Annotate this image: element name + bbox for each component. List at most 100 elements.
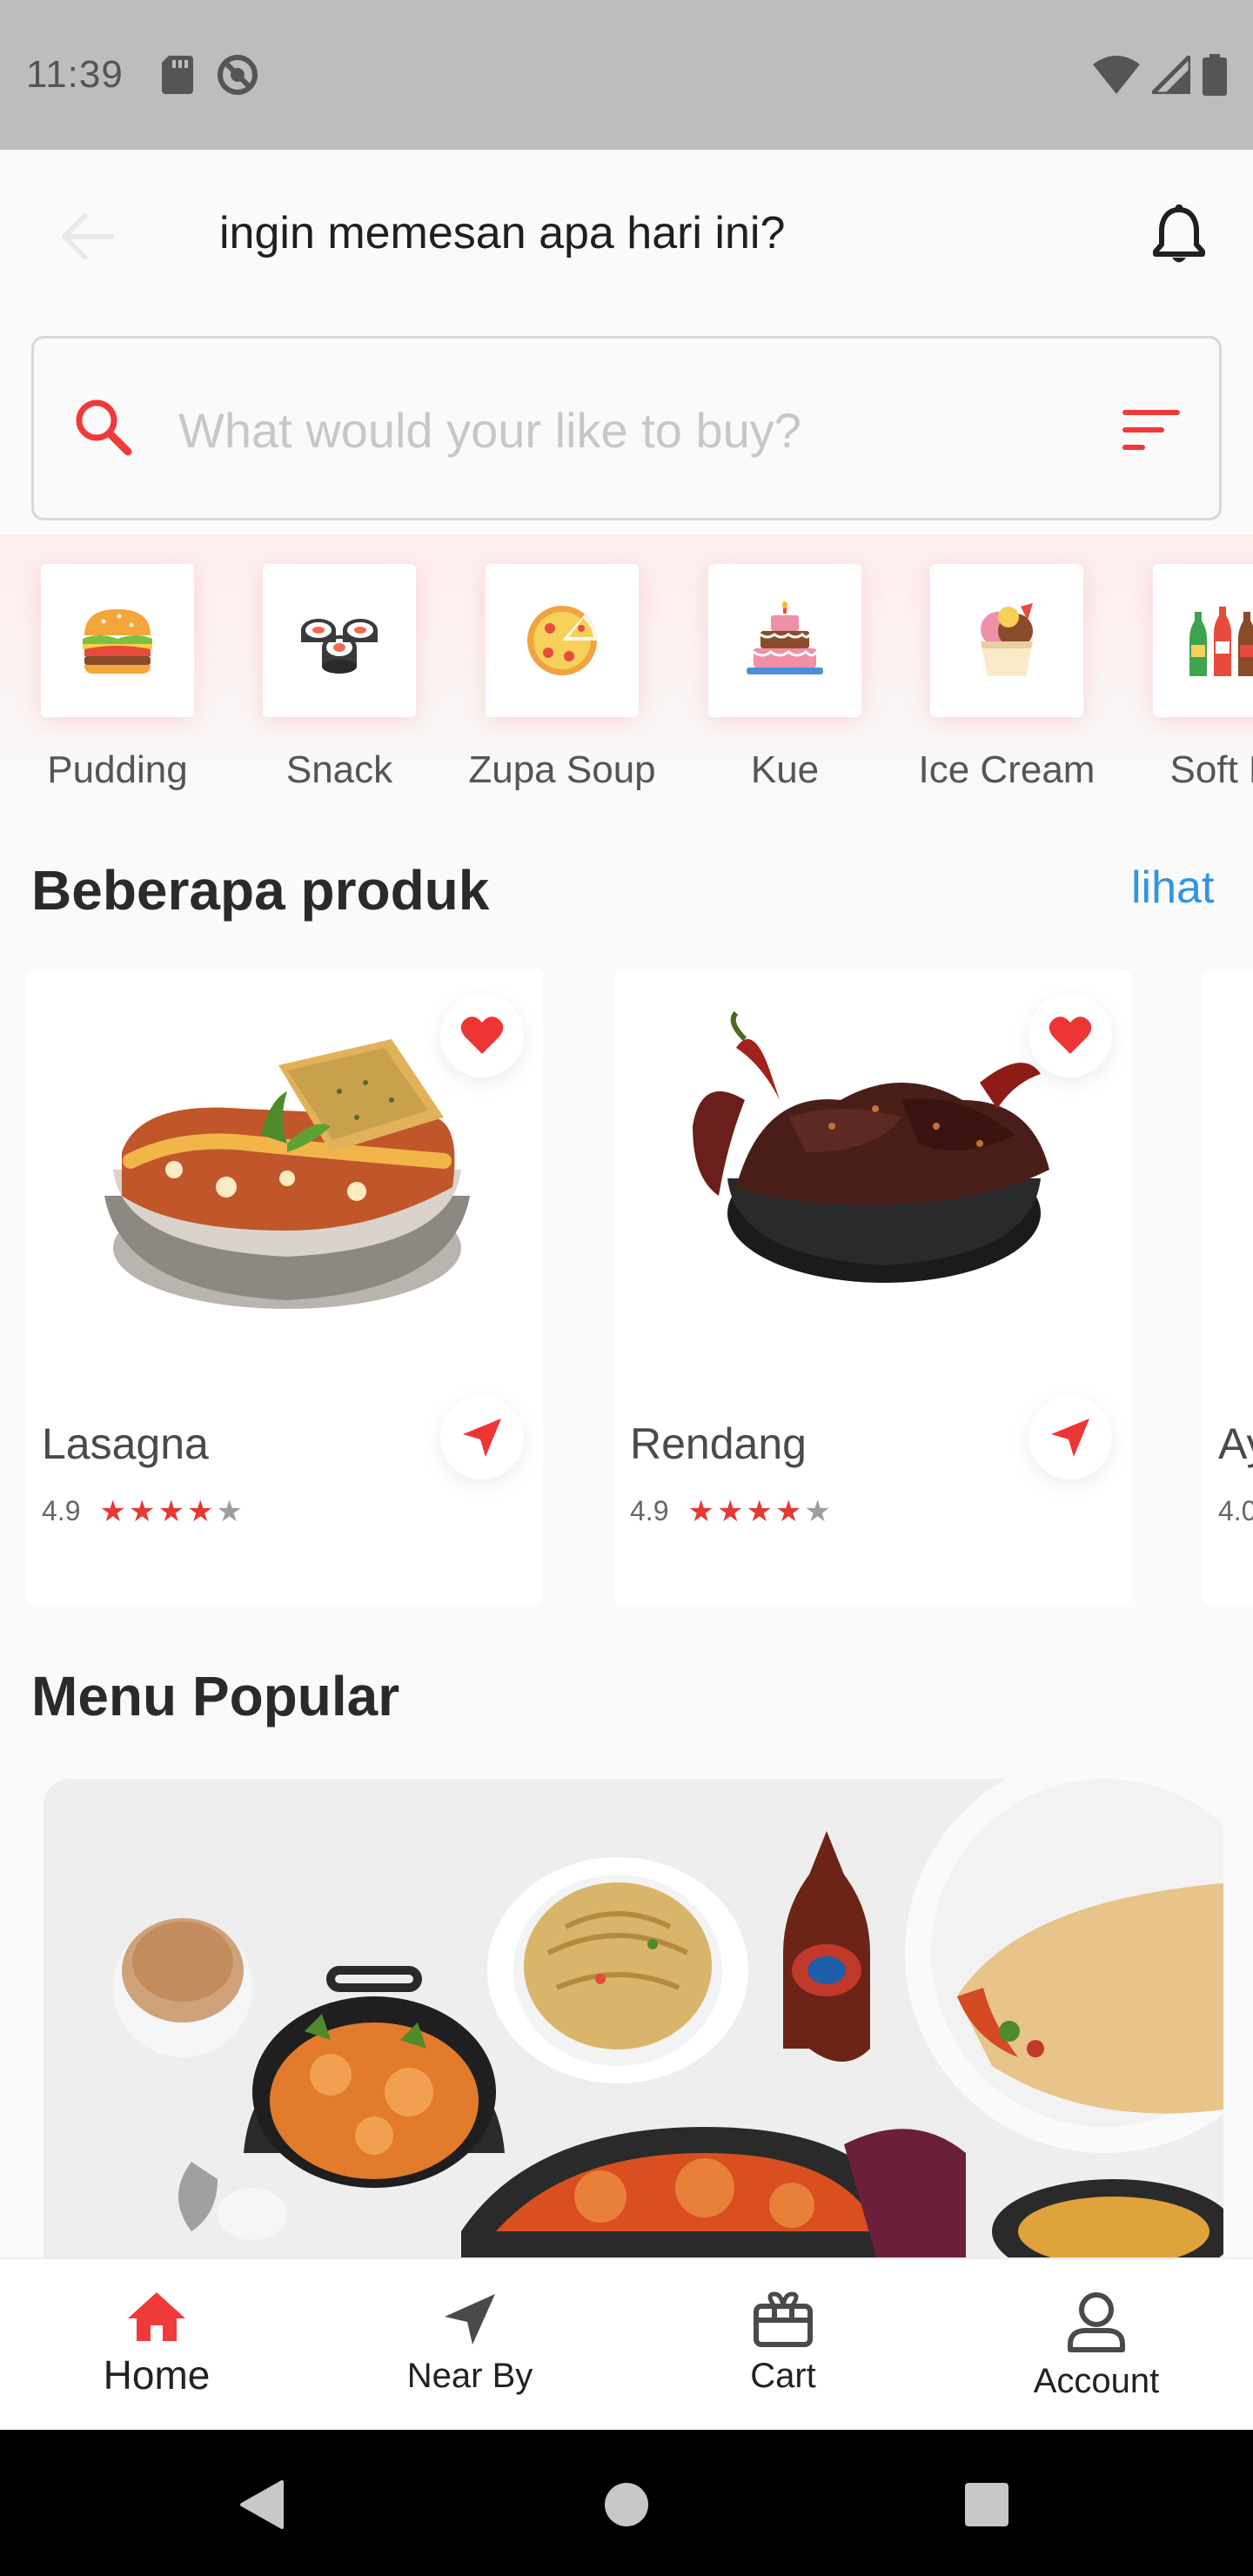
bottom-navigation: Home Near By Cart Account [0, 2257, 1253, 2430]
product-card[interactable]: Lasagna 4.9 ★ ★ ★ ★ ★ [26, 969, 543, 1605]
popular-menu-banner[interactable] [44, 1779, 1223, 2266]
product-card[interactable]: Rendang 4.9 ★ ★ ★ ★ ★ [614, 969, 1131, 1605]
cake-icon [747, 601, 823, 674]
nav-account[interactable]: Account [940, 2259, 1253, 2432]
star-icon: ★ [687, 1494, 714, 1528]
wifi-icon [1093, 56, 1140, 94]
search-icon [76, 399, 132, 456]
product-card[interactable]: Ay 4.0 [1203, 969, 1253, 1605]
circle-home-icon [605, 2483, 648, 2526]
navigation-icon [445, 2294, 495, 2345]
status-time: 11:39 [26, 53, 124, 96]
star-icon: ★ [157, 1494, 184, 1528]
nav-label: Home [103, 2352, 211, 2398]
signal-icon [1152, 56, 1190, 94]
category-label: Soft Dr [1169, 748, 1253, 791]
soft-drink-icon [1189, 607, 1253, 676]
category-tile [930, 564, 1083, 717]
gift-box-icon [754, 2291, 813, 2347]
navigate-button[interactable] [1029, 1396, 1112, 1479]
navigation-arrow-icon [463, 1419, 501, 1457]
nav-cart[interactable]: Cart [626, 2259, 940, 2432]
heart-icon [1049, 1016, 1092, 1054]
search-input[interactable] [178, 391, 1066, 469]
favorite-button[interactable] [440, 994, 524, 1077]
category-list: Pudding Snack Zupa Soup Kue Ice Cream So… [0, 534, 1253, 809]
star-rating: ★ ★ ★ ★ ★ [99, 1497, 242, 1526]
sd-card-icon [161, 56, 193, 94]
star-icon: ★ [804, 1494, 831, 1528]
star-icon: ★ [186, 1494, 214, 1528]
navigate-button[interactable] [440, 1396, 524, 1479]
app-bar: ingin memesan apa hari ini? [0, 150, 1253, 324]
category-snack[interactable]: Snack [235, 564, 444, 792]
status-right-icons [1093, 54, 1227, 96]
nav-home[interactable]: Home [0, 2259, 313, 2432]
nav-label: Account [1033, 2362, 1160, 2400]
star-icon: ★ [216, 1494, 243, 1528]
bell-icon [1153, 205, 1205, 263]
star-icon: ★ [716, 1494, 744, 1528]
home-icon [128, 2292, 185, 2341]
product-rating: 4.9 ★ ★ ★ ★ ★ [630, 1495, 831, 1527]
status-bar: 11:39 [0, 0, 1253, 150]
system-navigation-bar [0, 2430, 1253, 2576]
star-icon: ★ [774, 1494, 802, 1528]
category-label: Snack [285, 748, 393, 791]
triangle-back-icon [240, 2480, 284, 2529]
nav-label: Cart [750, 2357, 816, 2395]
ice-cream-icon [981, 603, 1033, 676]
search-bar[interactable] [31, 336, 1222, 520]
square-recents-icon [965, 2483, 1008, 2526]
star-rating: ★ ★ ★ ★ ★ [687, 1497, 830, 1526]
product-rating: 4.9 ★ ★ ★ ★ ★ [42, 1495, 243, 1527]
category-label: Ice Cream [918, 748, 1096, 791]
page-title: ingin memesan apa hari ini? [219, 208, 786, 258]
product-name: Lasagna [42, 1419, 209, 1468]
rating-value: 4.0 [1218, 1495, 1253, 1526]
popular-section-title: Menu Popular [31, 1665, 400, 1727]
category-label: Zupa Soup [468, 748, 656, 791]
favorite-button[interactable] [1029, 994, 1112, 1077]
category-kue[interactable]: Kue [680, 564, 889, 792]
notification-button[interactable] [1144, 200, 1214, 270]
category-zupa-soup[interactable]: Zupa Soup [458, 564, 667, 792]
system-home-button[interactable] [592, 2470, 661, 2539]
rating-value: 4.9 [42, 1495, 81, 1526]
navigation-arrow-icon [1051, 1419, 1089, 1457]
nav-label: Near By [406, 2357, 533, 2395]
category-tile [263, 564, 416, 717]
category-soft-drink[interactable]: Soft Dr [1125, 564, 1253, 792]
app-screen: 11:39 ingin memesan apa hari ini? What w… [0, 0, 1253, 2576]
rating-value: 4.9 [630, 1495, 669, 1526]
user-icon [1068, 2292, 1125, 2352]
category-label: Pudding [47, 748, 188, 791]
arrow-left-icon [62, 213, 114, 260]
star-icon: ★ [128, 1494, 156, 1528]
filter-button[interactable] [1116, 399, 1186, 460]
battery-icon [1203, 54, 1227, 96]
product-name: Ay [1218, 1419, 1253, 1468]
popular-menu-image [44, 1779, 1223, 2266]
category-tile [708, 564, 861, 717]
products-section-title: Beberapa produk [31, 859, 490, 922]
back-button[interactable] [54, 204, 120, 270]
category-tile [1153, 564, 1253, 717]
filter-icon [1122, 410, 1180, 450]
star-icon: ★ [99, 1494, 126, 1528]
system-recents-button[interactable] [952, 2470, 1022, 2539]
see-all-link[interactable]: lihat [1131, 862, 1214, 914]
category-pudding[interactable]: Pudding [13, 564, 222, 792]
sushi-icon [301, 619, 378, 674]
burger-icon [83, 609, 152, 674]
nav-near-by[interactable]: Near By [313, 2259, 626, 2432]
product-name: Rendang [630, 1419, 807, 1468]
do-not-disturb-icon [217, 55, 258, 95]
category-ice-cream[interactable]: Ice Cream [902, 564, 1111, 792]
product-rating: 4.0 [1218, 1495, 1253, 1527]
category-tile [41, 564, 194, 717]
star-icon: ★ [746, 1494, 773, 1528]
system-back-button[interactable] [226, 2470, 296, 2539]
category-label: Kue [750, 748, 820, 791]
pizza-icon [527, 606, 597, 675]
